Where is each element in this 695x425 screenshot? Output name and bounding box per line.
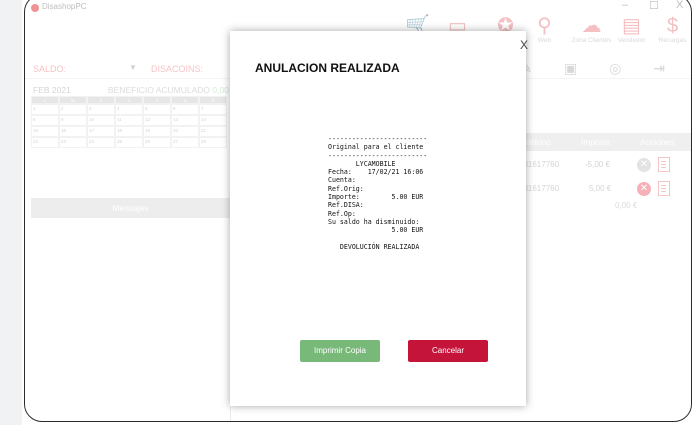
cancel-button[interactable]: Cancelar bbox=[408, 340, 488, 362]
receipt-text: ------------------------- Original para … bbox=[328, 135, 428, 251]
desktop-background bbox=[0, 0, 22, 425]
screen: DisashopPC – ☐ X 🛒 ▭ ✪ocional ⚲Web ☁Zona… bbox=[0, 0, 695, 425]
annulment-dialog: X ANULACION REALIZADA ------------------… bbox=[230, 31, 528, 406]
app-window: DisashopPC – ☐ X 🛒 ▭ ✪ocional ⚲Web ☁Zona… bbox=[24, 0, 692, 422]
close-icon[interactable]: X bbox=[520, 38, 528, 52]
dialog-title: ANULACION REALIZADA bbox=[255, 61, 400, 75]
print-copy-button[interactable]: Imprimir Copia bbox=[300, 340, 380, 362]
